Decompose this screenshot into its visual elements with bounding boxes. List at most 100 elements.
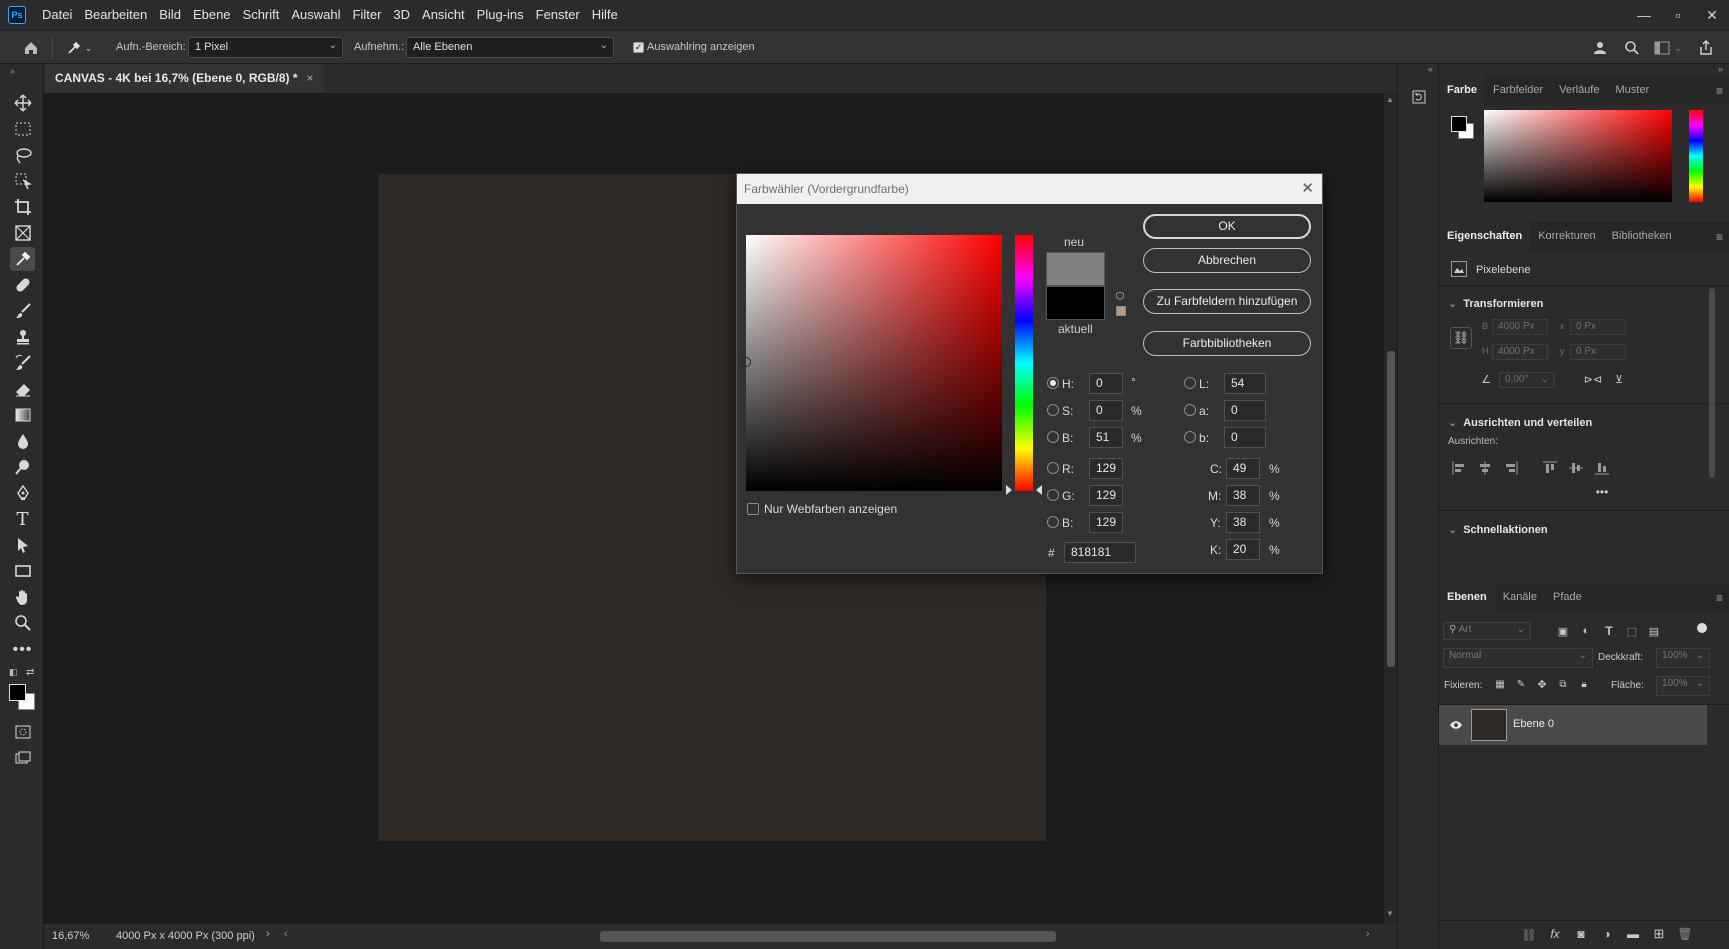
foreground-color-swatch[interactable] — [9, 684, 26, 701]
red-input[interactable]: 129 — [1089, 458, 1123, 479]
lightness-radio[interactable] — [1184, 377, 1196, 389]
home-icon[interactable] — [20, 37, 42, 59]
panel-menu-icon[interactable]: ≡ — [1716, 591, 1723, 605]
angle-field[interactable]: 0,00° ⌄ — [1499, 372, 1555, 388]
lock-all-icon[interactable]: 🔒︎ — [1577, 677, 1591, 691]
vertical-scrollbar[interactable]: ▲ ▼ — [1384, 93, 1397, 924]
close-tab-icon[interactable]: × — [307, 71, 314, 85]
color-cursor[interactable] — [741, 357, 751, 367]
menu-hilfe[interactable]: Hilfe — [586, 0, 624, 30]
hue-slider-left-handle[interactable] — [1006, 485, 1012, 495]
menu-bearbeiten[interactable]: Bearbeiten — [78, 0, 153, 30]
panel-hue-slider[interactable] — [1689, 110, 1703, 202]
history-panel-icon[interactable] — [1408, 86, 1430, 108]
transform-section[interactable]: ⌄ Transformieren — [1448, 297, 1543, 310]
swap-colors-icon[interactable]: ⇄ — [26, 667, 34, 678]
layer-row[interactable]: Ebene 0 — [1439, 705, 1707, 745]
saturation-radio[interactable] — [1047, 404, 1059, 416]
hand-tool-icon[interactable] — [10, 585, 35, 609]
lock-position-icon[interactable]: ✥ — [1535, 677, 1549, 691]
object-selection-tool-icon[interactable] — [10, 169, 35, 193]
tab-ebenen[interactable]: Ebenen — [1439, 583, 1495, 612]
tab-bibliotheken[interactable]: Bibliotheken — [1604, 222, 1680, 251]
brightness-input[interactable]: 51 — [1089, 427, 1123, 448]
sample-layers-select[interactable]: Alle Ebenen ⌄ — [406, 37, 614, 58]
menu-3d[interactable]: 3D — [387, 0, 416, 30]
lightness-input[interactable]: 54 — [1224, 373, 1266, 394]
screen-mode-icon[interactable] — [10, 746, 35, 770]
saturation-brightness-field[interactable] — [741, 235, 1002, 491]
lock-pixels-icon[interactable]: ✎ — [1514, 677, 1528, 691]
link-layers-icon[interactable]: ⛓ — [1521, 928, 1537, 942]
filter-toggle-icon[interactable] — [1697, 623, 1707, 633]
quick-actions-section[interactable]: ⌄ Schnellaktionen — [1448, 523, 1548, 536]
b-channel-radio[interactable] — [1184, 431, 1196, 443]
hex-input[interactable]: 818181 — [1064, 542, 1136, 563]
lock-transparent-icon[interactable]: ▦ — [1493, 677, 1507, 691]
web-colors-checkbox[interactable] — [747, 503, 759, 515]
panel-menu-icon[interactable]: ≡ — [1716, 84, 1723, 98]
flip-horizontal-icon[interactable]: ⊳⊲ — [1584, 371, 1602, 387]
web-safe-color-swatch[interactable] — [1116, 306, 1126, 316]
status-menu-icon[interactable]: › — [266, 928, 270, 940]
flip-vertical-icon[interactable]: ⊻ — [1610, 371, 1628, 387]
new-adjustment-layer-icon[interactable]: ◑ — [1599, 927, 1615, 941]
move-tool-icon[interactable] — [10, 91, 35, 115]
more-tools-icon[interactable]: ••• — [10, 638, 35, 662]
blue-input[interactable]: 129 — [1089, 512, 1123, 533]
search-icon[interactable] — [1621, 37, 1643, 59]
collapse-panels-icon[interactable]: » — [1718, 64, 1723, 74]
align-bottom-icon[interactable] — [1594, 460, 1610, 476]
filter-pixel-icon[interactable]: ▣ — [1555, 623, 1571, 639]
cancel-button[interactable]: Abbrechen — [1143, 248, 1311, 273]
frame-tool-icon[interactable] — [10, 221, 35, 245]
fx-icon[interactable]: fx — [1547, 927, 1563, 941]
x-field[interactable]: 0 Px — [1570, 319, 1626, 335]
default-colors-icon[interactable]: ◧ — [9, 667, 18, 678]
color-libraries-button[interactable]: Farbbibliotheken — [1143, 331, 1311, 356]
align-hcenter-icon[interactable] — [1477, 460, 1493, 476]
vertical-scroll-thumb[interactable] — [1387, 351, 1395, 667]
zoom-level[interactable]: 16,67% — [52, 930, 89, 942]
align-right-icon[interactable] — [1503, 460, 1519, 476]
dodge-tool-icon[interactable] — [10, 455, 35, 479]
scroll-down-icon[interactable]: ▼ — [1386, 909, 1394, 918]
tab-pfade[interactable]: Pfade — [1545, 583, 1590, 612]
tab-farbe[interactable]: Farbe — [1439, 76, 1485, 105]
ok-button[interactable]: OK — [1143, 214, 1311, 239]
show-ring-checkbox[interactable]: ✓ — [633, 42, 644, 53]
link-icon[interactable]: ⛓ — [1450, 327, 1472, 349]
close-icon[interactable]: ✕ — [1695, 0, 1729, 30]
brightness-radio[interactable] — [1047, 431, 1059, 443]
menu-fenster[interactable]: Fenster — [530, 0, 586, 30]
a-channel-radio[interactable] — [1184, 404, 1196, 416]
history-brush-tool-icon[interactable] — [10, 351, 35, 375]
share-icon[interactable] — [1695, 37, 1717, 59]
healing-brush-tool-icon[interactable] — [10, 273, 35, 297]
blur-tool-icon[interactable] — [10, 429, 35, 453]
tab-farbfelder[interactable]: Farbfelder — [1485, 76, 1551, 105]
scroll-right-icon[interactable]: › — [1366, 928, 1370, 940]
filter-shape-icon[interactable]: ⬚ — [1624, 623, 1640, 639]
collapse-icon[interactable]: « — [1428, 64, 1433, 74]
hue-slider-right-handle[interactable] — [1036, 485, 1042, 495]
align-top-icon[interactable] — [1542, 460, 1558, 476]
current-color-swatch[interactable] — [1046, 286, 1105, 320]
layer-name[interactable]: Ebene 0 — [1513, 718, 1554, 730]
new-layer-icon[interactable]: ⊞ — [1651, 926, 1667, 941]
lasso-tool-icon[interactable] — [10, 143, 35, 167]
sample-size-select[interactable]: 1 Pixel ⌄ — [188, 37, 343, 58]
gradient-tool-icon[interactable] — [10, 403, 35, 427]
tab-eigenschaften[interactable]: Eigenschaften — [1439, 222, 1531, 251]
menu-ansicht[interactable]: Ansicht — [416, 0, 471, 30]
hue-input[interactable]: 0 — [1089, 373, 1123, 394]
document-tab[interactable]: CANVAS - 4K bei 16,7% (Ebene 0, RGB/8) *… — [44, 64, 324, 93]
lock-artboard-icon[interactable]: ⧉ — [1556, 677, 1570, 691]
scroll-left-icon[interactable]: ‹ — [284, 928, 288, 940]
add-mask-icon[interactable]: ◙ — [1573, 927, 1589, 941]
menu-plugins[interactable]: Plug-ins — [471, 0, 530, 30]
menu-bild[interactable]: Bild — [153, 0, 187, 30]
fill-field[interactable]: 100% ⌄ — [1656, 676, 1710, 696]
red-radio[interactable] — [1047, 462, 1059, 474]
tab-kanaele[interactable]: Kanäle — [1495, 583, 1545, 612]
